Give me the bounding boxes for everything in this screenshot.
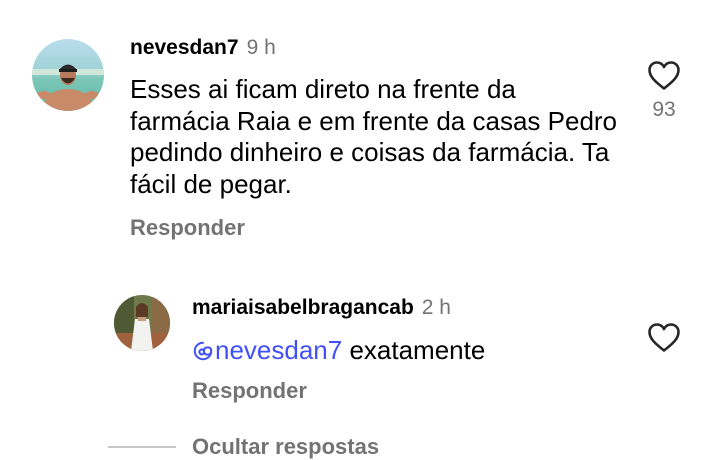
reply-avatar-photo <box>114 295 170 351</box>
mention-username: nevesdan7 <box>215 335 343 365</box>
reply-avatar[interactable] <box>114 295 170 351</box>
threads-mention-icon <box>192 338 214 369</box>
comment-username[interactable]: nevesdan7 <box>130 36 239 59</box>
comment-timestamp: 9 h <box>246 36 276 59</box>
reply-like-group <box>638 322 690 358</box>
heart-icon[interactable] <box>647 322 681 358</box>
reply-username[interactable]: mariaisabelbragancab <box>192 296 414 319</box>
reply-header: mariaisabelbragancab 2 h <box>192 296 451 320</box>
like-count: 93 <box>652 98 676 121</box>
reply-button[interactable]: Responder <box>130 215 245 241</box>
comment-header: nevesdan7 9 h <box>130 36 276 60</box>
reply-text: nevesdan7 exatamente <box>192 335 485 369</box>
comment-text: Esses ai ficam direto na frente da farmá… <box>130 74 618 199</box>
avatar[interactable] <box>32 39 104 111</box>
comment-like-group: 93 <box>638 60 690 122</box>
reply-to-reply-button[interactable]: Responder <box>192 378 307 404</box>
reply-body: exatamente <box>342 335 486 365</box>
reply-timestamp: 2 h <box>421 296 451 319</box>
replies-divider <box>108 446 176 448</box>
avatar-photo <box>32 39 104 111</box>
hide-replies-button[interactable]: Ocultar respostas <box>192 434 379 460</box>
heart-icon[interactable] <box>647 60 681 96</box>
mention-link[interactable]: nevesdan7 <box>192 335 342 365</box>
